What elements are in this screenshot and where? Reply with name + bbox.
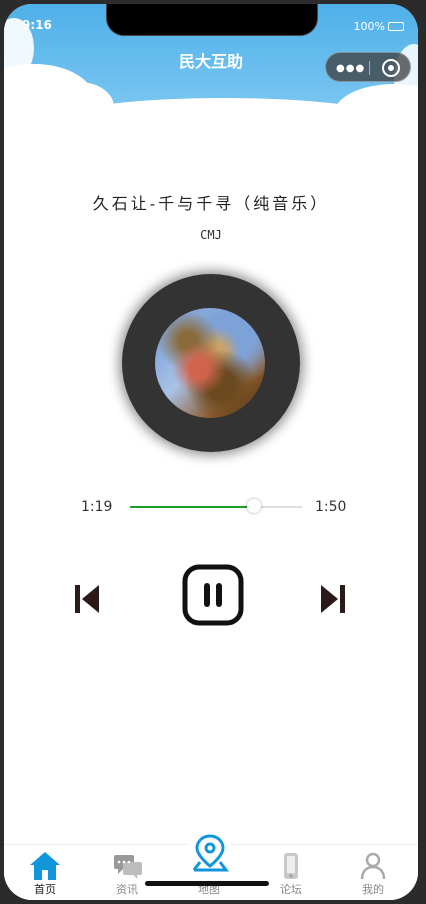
miniprogram-capsule: ●●● — [325, 52, 411, 82]
pause-icon — [216, 583, 222, 607]
progress-thumb[interactable] — [246, 499, 261, 513]
tab-bar: 首页 资讯 地图 论坛 我的 — [4, 829, 418, 900]
progress-played — [130, 506, 254, 508]
tab-profile[interactable]: 我的 — [332, 845, 414, 900]
current-time: 1:19 — [81, 499, 113, 515]
tab-map[interactable]: 地图 — [168, 829, 250, 900]
album-cover — [155, 308, 265, 418]
user-icon — [360, 852, 386, 880]
tab-label: 我的 — [362, 883, 384, 896]
close-target-icon[interactable] — [382, 59, 400, 77]
header-banner: 9:16 100% 民大互助 ●●● — [4, 4, 418, 114]
tab-news[interactable]: 资讯 — [86, 845, 168, 900]
progress-slider[interactable] — [130, 499, 302, 513]
battery-percent: 100% — [353, 20, 385, 33]
status-battery: 100% — [354, 20, 404, 33]
next-bar — [340, 585, 345, 613]
battery-icon — [388, 22, 404, 31]
status-time: 9:16 — [22, 18, 52, 32]
pause-frame — [182, 564, 244, 626]
phone-icon — [284, 853, 298, 879]
total-time: 1:50 — [315, 499, 347, 515]
next-icon — [321, 585, 338, 613]
phone-screen: 9:16 100% 民大互助 ●●● 久石让-千与千寻（纯音乐） CMJ 1:1… — [4, 4, 418, 900]
home-icon — [30, 852, 60, 880]
more-icon[interactable]: ●●● — [336, 63, 365, 74]
next-track-button[interactable] — [318, 582, 348, 616]
pause-icon — [204, 583, 210, 607]
tab-home[interactable]: 首页 — [4, 845, 86, 900]
tab-label: 首页 — [34, 883, 56, 896]
artist-name: CMJ — [200, 228, 222, 242]
home-indicator — [145, 881, 269, 886]
capsule-divider — [369, 61, 370, 75]
chat-icon — [114, 855, 142, 879]
song-title: 久石让-千与千寻（纯音乐） — [92, 194, 330, 213]
previous-bar — [75, 585, 80, 613]
previous-icon — [82, 585, 99, 613]
notch — [106, 4, 318, 36]
previous-track-button[interactable] — [72, 582, 102, 616]
pause-button[interactable] — [182, 564, 244, 626]
map-pin-icon — [192, 834, 229, 872]
tab-forum[interactable]: 论坛 — [250, 845, 332, 900]
